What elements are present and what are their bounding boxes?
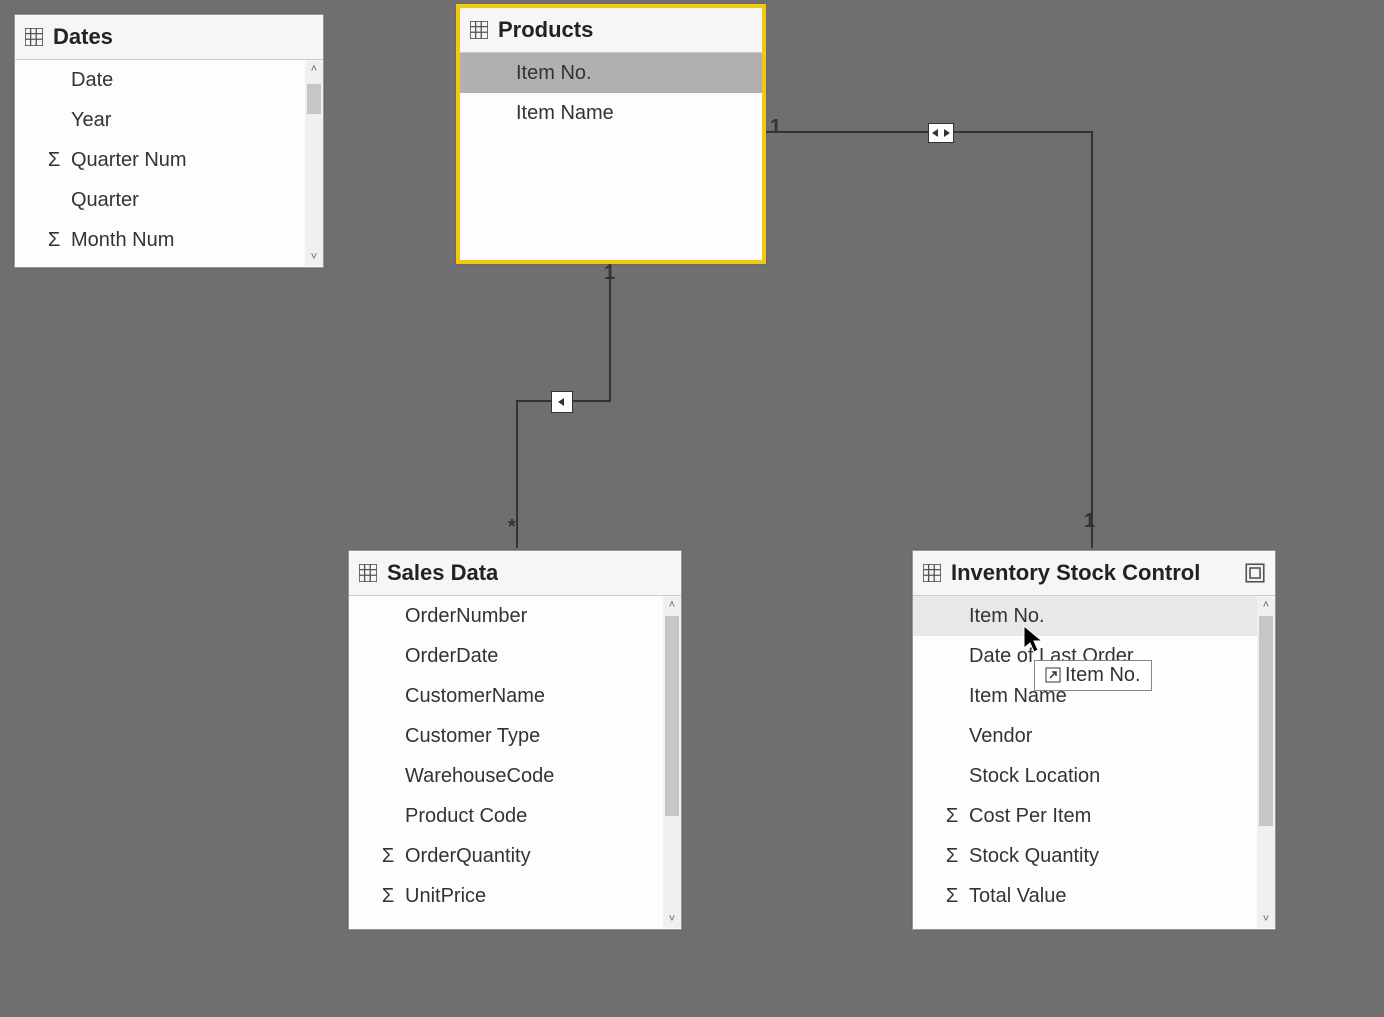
field-row[interactable]: ΣWarehouseCode xyxy=(349,756,681,796)
sigma-icon: Σ xyxy=(941,805,963,828)
cardinality-products-sales-from: 1 xyxy=(604,262,615,285)
field-label: OrderDate xyxy=(405,645,498,668)
filter-direction-icon xyxy=(551,391,573,413)
sigma-icon: Σ xyxy=(941,845,963,868)
field-row[interactable]: Σ Cost Per Item xyxy=(913,796,1275,836)
drag-tooltip: Item No. xyxy=(1034,660,1152,691)
scroll-up-icon[interactable]: ˄ xyxy=(305,60,323,78)
cardinality-products-sales-to: * xyxy=(508,516,516,539)
table-dates[interactable]: Dates ΣDate ΣYear ΣQuarter Num ΣQuarter … xyxy=(14,14,324,268)
field-label: WarehouseCode xyxy=(405,765,554,788)
table-icon xyxy=(25,28,43,46)
field-label: Quarter xyxy=(71,189,139,212)
table-icon xyxy=(359,564,377,582)
scroll-thumb[interactable] xyxy=(307,84,321,114)
table-icon xyxy=(923,564,941,582)
table-title: Sales Data xyxy=(387,560,498,586)
cardinality-products-inventory-from: 1 xyxy=(770,116,781,139)
scroll-thumb[interactable] xyxy=(665,616,679,816)
table-header[interactable]: Inventory Stock Control xyxy=(913,551,1275,596)
sigma-icon: Σ xyxy=(43,229,65,252)
filter-direction-both-icon xyxy=(928,123,954,143)
sigma-icon: Σ xyxy=(377,845,399,868)
field-row[interactable]: Σ UnitPrice xyxy=(349,876,681,916)
field-label: CustomerName xyxy=(405,685,545,708)
field-row[interactable]: ΣProduct Code xyxy=(349,796,681,836)
cardinality-products-inventory-to: 1 xyxy=(1084,510,1095,533)
scroll-up-icon[interactable]: ˄ xyxy=(663,596,681,614)
table-title: Products xyxy=(498,17,593,43)
field-row[interactable]: ΣItem Name xyxy=(460,93,762,133)
field-label: Item Name xyxy=(516,102,614,125)
field-row[interactable]: Σ Quarter Num xyxy=(15,140,323,180)
field-label: Vendor xyxy=(969,725,1032,748)
layout-icon xyxy=(1245,563,1265,583)
table-products[interactable]: Products ΣItem No. ΣItem Name xyxy=(456,4,766,264)
field-label: Total Value xyxy=(969,885,1066,908)
field-label: Stock Location xyxy=(969,765,1100,788)
table-title: Inventory Stock Control xyxy=(951,560,1200,586)
field-label: Date xyxy=(71,69,113,92)
scrollbar[interactable]: ˄ ˅ xyxy=(305,60,323,266)
field-label: OrderQuantity xyxy=(405,845,531,868)
field-row[interactable]: ΣOrderDate xyxy=(349,636,681,676)
field-label: Year xyxy=(71,109,111,132)
field-row[interactable]: ΣVendor xyxy=(913,716,1275,756)
scroll-down-icon[interactable]: ˅ xyxy=(1257,910,1275,928)
sigma-icon: Σ xyxy=(377,885,399,908)
shortcut-icon xyxy=(1045,667,1061,683)
scroll-down-icon[interactable]: ˅ xyxy=(305,248,323,266)
field-label: UnitPrice xyxy=(405,885,486,908)
field-row[interactable]: ΣCustomerName xyxy=(349,676,681,716)
scroll-down-icon[interactable]: ˅ xyxy=(663,910,681,928)
field-row[interactable]: ΣCustomer Type xyxy=(349,716,681,756)
field-label: OrderNumber xyxy=(405,605,527,628)
field-row[interactable]: ΣYear xyxy=(15,100,323,140)
field-label: Stock Quantity xyxy=(969,845,1099,868)
field-label: Cost Per Item xyxy=(969,805,1091,828)
field-row[interactable]: ΣItem No. xyxy=(913,596,1275,636)
table-icon xyxy=(470,21,488,39)
sigma-icon: Σ xyxy=(941,885,963,908)
model-canvas[interactable]: 1 * 1 1 Dates ΣDate ΣYear ΣQuarter Num Σ… xyxy=(0,0,1384,1017)
table-inventory-stock-control[interactable]: Inventory Stock Control ΣItem No. ΣDate … xyxy=(912,550,1276,930)
field-label: Item No. xyxy=(516,62,592,85)
table-header[interactable]: Dates xyxy=(15,15,323,60)
field-row[interactable]: ΣQuarter xyxy=(15,180,323,220)
tooltip-text: Item No. xyxy=(1065,664,1141,686)
field-label: Product Code xyxy=(405,805,527,828)
scroll-thumb[interactable] xyxy=(1259,616,1273,826)
table-header[interactable]: Sales Data xyxy=(349,551,681,596)
field-row[interactable]: Σ Total Value xyxy=(913,876,1275,916)
table-header[interactable]: Products xyxy=(460,8,762,53)
field-row[interactable]: Σ Stock Quantity xyxy=(913,836,1275,876)
field-row[interactable]: ΣOrderNumber xyxy=(349,596,681,636)
sigma-icon: Σ xyxy=(43,149,65,172)
table-sales-data[interactable]: Sales Data ΣOrderNumber ΣOrderDate ΣCust… xyxy=(348,550,682,930)
field-label: Quarter Num xyxy=(71,149,187,172)
field-row[interactable]: ΣItem No. xyxy=(460,53,762,93)
field-row[interactable]: ΣDate xyxy=(15,60,323,100)
field-row[interactable]: Σ Month Num xyxy=(15,220,323,260)
scrollbar[interactable]: ˄ ˅ xyxy=(1257,596,1275,928)
scroll-up-icon[interactable]: ˄ xyxy=(1257,596,1275,614)
field-label: Customer Type xyxy=(405,725,540,748)
field-label: Month Num xyxy=(71,229,174,252)
field-label: Item No. xyxy=(969,605,1045,628)
field-row[interactable]: ΣStock Location xyxy=(913,756,1275,796)
scrollbar[interactable]: ˄ ˅ xyxy=(663,596,681,928)
field-row[interactable]: Σ OrderQuantity xyxy=(349,836,681,876)
table-title: Dates xyxy=(53,24,113,50)
